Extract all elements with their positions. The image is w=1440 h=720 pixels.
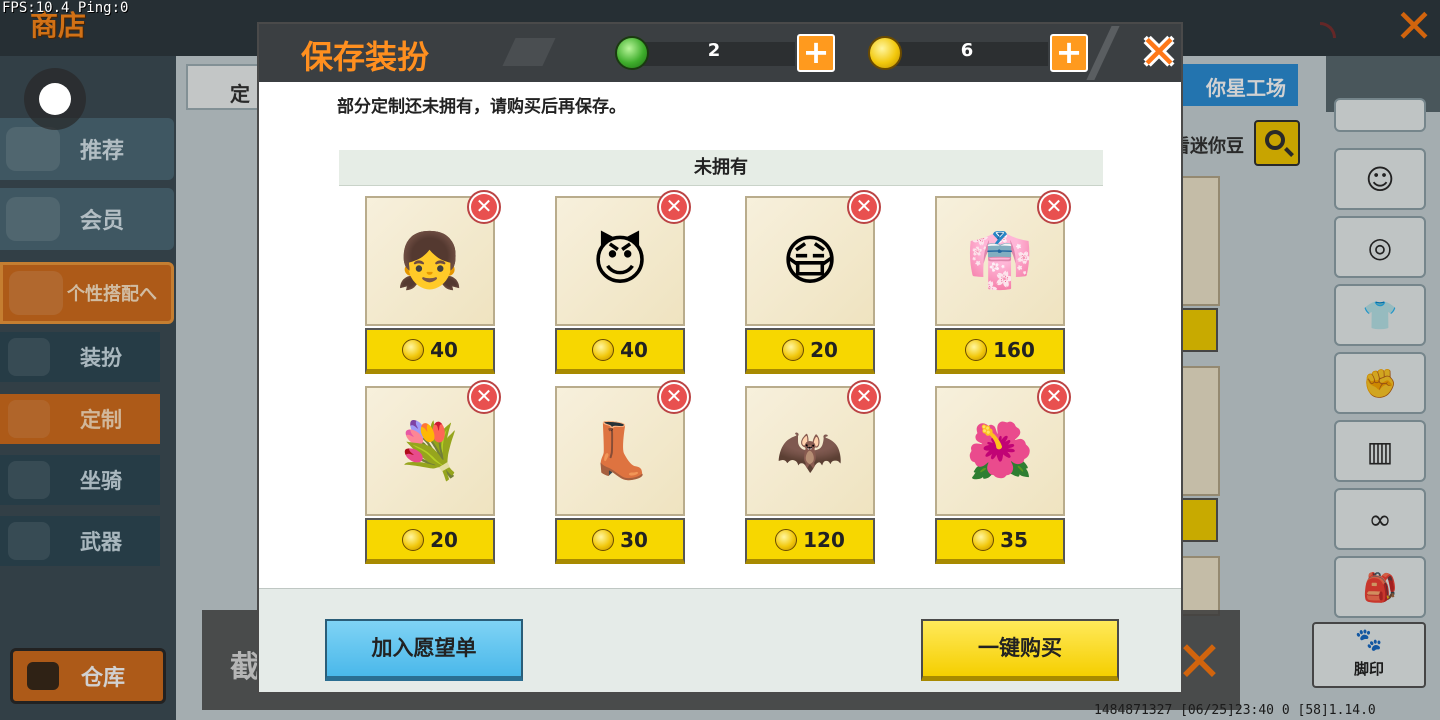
coin-icon: [592, 528, 615, 551]
buy-all-button[interactable]: 一键购买: [921, 619, 1119, 681]
item-price: 35: [1000, 527, 1028, 552]
coin-icon: [592, 338, 615, 361]
buy-item-button[interactable]: 40: [365, 328, 495, 374]
unowned-item[interactable]: 👢 ✕ 30: [555, 380, 691, 566]
buy-item-button[interactable]: 40: [555, 328, 685, 374]
close-icon: ✕: [661, 384, 687, 410]
remove-item-button[interactable]: ✕: [657, 190, 691, 224]
dialog-header: 保存装扮 2 + 6 + ✕: [259, 24, 1181, 82]
coin-icon: [782, 338, 805, 361]
remove-item-button[interactable]: ✕: [467, 190, 501, 224]
save-outfit-dialog: 保存装扮 2 + 6 + ✕ 部分定制还未拥有，请购买后再保存。 未拥有 👧 ✕…: [257, 22, 1183, 694]
add-gems-button[interactable]: +: [797, 34, 835, 72]
coin-icon: [775, 528, 798, 551]
coin-icon: [972, 528, 995, 551]
wings-icon: 🦇: [776, 419, 844, 482]
close-icon: ✕: [851, 194, 877, 220]
unowned-item[interactable]: 💐 ✕ 20: [365, 380, 501, 566]
flowers-icon: 🌺: [966, 419, 1034, 482]
outfit-icon: 👘: [966, 229, 1034, 292]
gem-balance: 2 +: [615, 34, 835, 72]
dialog-title: 保存装扮: [301, 38, 430, 76]
add-to-wishlist-button[interactable]: 加入愿望单: [325, 619, 523, 681]
dialog-notice: 部分定制还未拥有，请购买后再保存。: [337, 97, 626, 117]
remove-item-button[interactable]: ✕: [847, 380, 881, 414]
item-price: 120: [803, 527, 845, 552]
unowned-item[interactable]: 😈 ✕ 40: [555, 190, 691, 376]
unowned-item[interactable]: 😷 ✕ 20: [745, 190, 881, 376]
hair-icon: 👧: [396, 229, 464, 292]
joystick-dot: [39, 83, 71, 115]
buy-item-button[interactable]: 20: [745, 328, 875, 374]
shoes-icon: 👢: [586, 419, 654, 482]
dialog-footer: 加入愿望单 一键购买: [259, 588, 1181, 692]
close-icon: ✕: [661, 194, 687, 220]
item-price: 20: [430, 527, 458, 552]
unowned-item[interactable]: 👧 ✕ 40: [365, 190, 501, 376]
face-icon: 😈: [591, 229, 649, 292]
close-icon: ✕: [471, 194, 497, 220]
remove-item-button[interactable]: ✕: [847, 190, 881, 224]
buy-item-button[interactable]: 120: [745, 518, 875, 564]
coin-icon: [965, 338, 988, 361]
coin-icon: [402, 338, 425, 361]
item-price: 40: [620, 337, 648, 362]
buy-item-button[interactable]: 160: [935, 328, 1065, 374]
floating-joystick[interactable]: [24, 68, 86, 130]
close-icon: ✕: [1041, 384, 1067, 410]
section-title-unowned: 未拥有: [339, 150, 1103, 186]
remove-item-button[interactable]: ✕: [1037, 190, 1071, 224]
remove-item-button[interactable]: ✕: [657, 380, 691, 414]
item-price: 40: [430, 337, 458, 362]
fps-readout: FPS:10.4 Ping:0: [2, 0, 129, 16]
item-price: 30: [620, 527, 648, 552]
gem-icon: [615, 36, 649, 70]
mask-icon: 😷: [781, 229, 839, 292]
coin-count: 6: [960, 40, 974, 61]
unowned-item[interactable]: 👘 ✕ 160: [935, 190, 1071, 376]
dialog-close-button[interactable]: ✕: [1139, 28, 1179, 76]
close-icon: ✕: [1041, 194, 1067, 220]
remove-item-button[interactable]: ✕: [467, 380, 501, 414]
dialog-body: 部分定制还未拥有，请购买后再保存。 未拥有 👧 ✕ 40 😈 ✕ 40 😷 ✕ …: [259, 82, 1181, 588]
buy-item-button[interactable]: 30: [555, 518, 685, 564]
gem-count: 2: [707, 40, 721, 61]
add-coins-button[interactable]: +: [1050, 34, 1088, 72]
coin-balance: 6 +: [868, 34, 1088, 72]
remove-item-button[interactable]: ✕: [1037, 380, 1071, 414]
bouquet-icon: 💐: [396, 419, 464, 482]
coin-icon: [868, 36, 902, 70]
buy-item-button[interactable]: 20: [365, 518, 495, 564]
item-price: 160: [993, 337, 1035, 362]
unowned-item[interactable]: 🌺 ✕ 35: [935, 380, 1071, 566]
item-price: 20: [810, 337, 838, 362]
unowned-item[interactable]: 🦇 ✕ 120: [745, 380, 881, 566]
buy-item-button[interactable]: 35: [935, 518, 1065, 564]
coin-icon: [402, 528, 425, 551]
close-icon: ✕: [851, 384, 877, 410]
close-icon: ✕: [471, 384, 497, 410]
